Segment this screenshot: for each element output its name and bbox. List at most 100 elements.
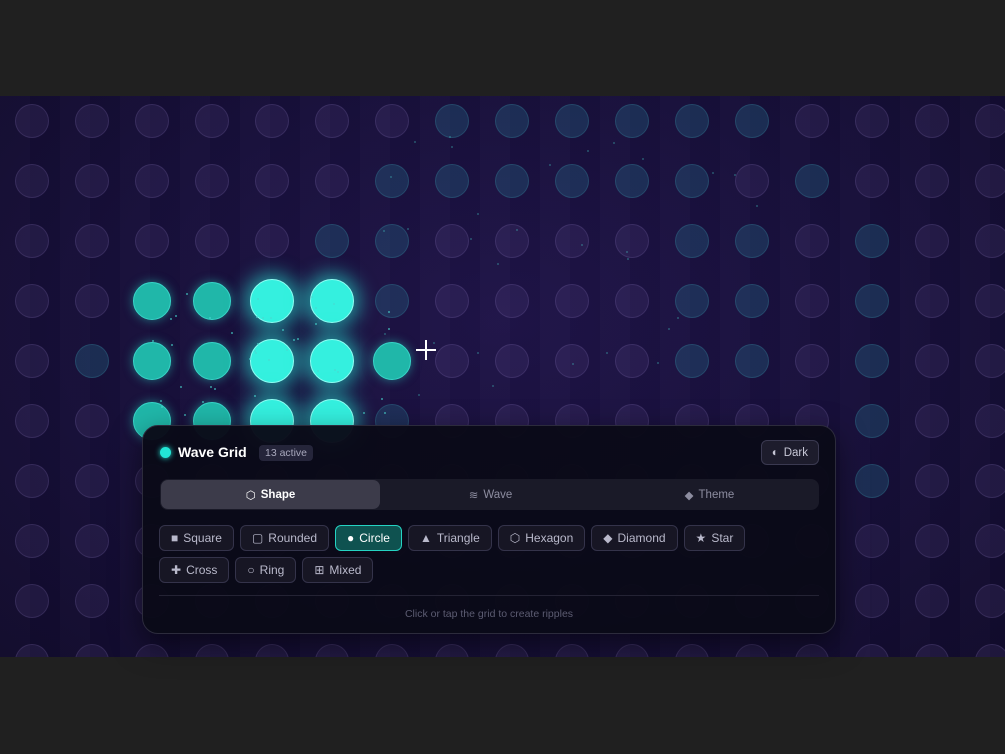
grid-cell[interactable] bbox=[855, 164, 889, 198]
grid-cell[interactable] bbox=[975, 584, 1005, 618]
grid-cell[interactable] bbox=[15, 284, 49, 318]
tab-wave[interactable]: ≋ Wave bbox=[381, 479, 600, 510]
grid-cell[interactable] bbox=[855, 104, 889, 138]
grid-cell[interactable] bbox=[193, 342, 231, 380]
grid-cell[interactable] bbox=[675, 224, 709, 258]
grid-cell[interactable] bbox=[795, 644, 829, 657]
grid-cell[interactable] bbox=[555, 164, 589, 198]
grid-cell[interactable] bbox=[375, 224, 409, 258]
grid-cell[interactable] bbox=[915, 404, 949, 438]
grid-cell[interactable] bbox=[975, 284, 1005, 318]
grid-cell[interactable] bbox=[435, 344, 469, 378]
grid-cell[interactable] bbox=[15, 164, 49, 198]
grid-cell[interactable] bbox=[75, 524, 109, 558]
grid-cell[interactable] bbox=[255, 164, 289, 198]
grid-cell[interactable] bbox=[15, 224, 49, 258]
grid-cell[interactable] bbox=[435, 164, 469, 198]
grid-cell[interactable] bbox=[975, 524, 1005, 558]
grid-cell[interactable] bbox=[855, 464, 889, 498]
grid-cell[interactable] bbox=[75, 284, 109, 318]
grid-cell[interactable] bbox=[675, 644, 709, 657]
shape-option-circle[interactable]: ● Circle bbox=[335, 525, 402, 551]
grid-cell[interactable] bbox=[15, 464, 49, 498]
grid-cell[interactable] bbox=[915, 584, 949, 618]
grid-cell[interactable] bbox=[555, 104, 589, 138]
grid-cell[interactable] bbox=[133, 342, 171, 380]
grid-cell[interactable] bbox=[795, 104, 829, 138]
grid-cell[interactable] bbox=[915, 344, 949, 378]
grid-cell[interactable] bbox=[975, 464, 1005, 498]
grid-cell[interactable] bbox=[495, 344, 529, 378]
grid-cell[interactable] bbox=[915, 524, 949, 558]
grid-cell[interactable] bbox=[735, 224, 769, 258]
grid-cell[interactable] bbox=[315, 164, 349, 198]
grid-cell[interactable] bbox=[795, 224, 829, 258]
grid-cell[interactable] bbox=[855, 224, 889, 258]
grid-cell[interactable] bbox=[375, 164, 409, 198]
grid-cell[interactable] bbox=[795, 164, 829, 198]
grid-cell[interactable] bbox=[75, 104, 109, 138]
grid-cell[interactable] bbox=[195, 224, 229, 258]
grid-cell[interactable] bbox=[555, 344, 589, 378]
grid-cell[interactable] bbox=[75, 584, 109, 618]
grid-cell[interactable] bbox=[435, 284, 469, 318]
grid-cell[interactable] bbox=[15, 404, 49, 438]
grid-cell[interactable] bbox=[735, 284, 769, 318]
shape-option-mixed[interactable]: ⊞ Mixed bbox=[302, 557, 374, 583]
grid-cell[interactable] bbox=[975, 164, 1005, 198]
shape-option-star[interactable]: ★ Star bbox=[683, 525, 746, 551]
grid-cell[interactable] bbox=[193, 282, 231, 320]
grid-cell[interactable] bbox=[135, 644, 169, 657]
grid-cell[interactable] bbox=[195, 164, 229, 198]
grid-cell[interactable] bbox=[735, 344, 769, 378]
grid-cell[interactable] bbox=[315, 224, 349, 258]
grid-cell[interactable] bbox=[735, 104, 769, 138]
grid-cell[interactable] bbox=[315, 104, 349, 138]
grid-cell[interactable] bbox=[75, 644, 109, 657]
grid-cell[interactable] bbox=[133, 282, 171, 320]
grid-cell[interactable] bbox=[310, 279, 354, 323]
grid-cell[interactable] bbox=[915, 644, 949, 657]
theme-toggle-button[interactable]: ◐ Dark bbox=[760, 440, 819, 465]
grid-cell[interactable] bbox=[75, 404, 109, 438]
grid-cell[interactable] bbox=[615, 644, 649, 657]
tab-shape[interactable]: ⬡ Shape bbox=[161, 480, 380, 509]
grid-cell[interactable] bbox=[975, 644, 1005, 657]
shape-option-ring[interactable]: ○ Ring bbox=[235, 557, 297, 583]
grid-cell[interactable] bbox=[735, 644, 769, 657]
grid-cell[interactable] bbox=[495, 284, 529, 318]
shape-option-square[interactable]: ■ Square bbox=[159, 525, 234, 551]
grid-cell[interactable] bbox=[555, 224, 589, 258]
grid-cell[interactable] bbox=[75, 224, 109, 258]
grid-cell[interactable] bbox=[15, 584, 49, 618]
shape-option-cross[interactable]: ✚ Cross bbox=[159, 557, 230, 583]
grid-cell[interactable] bbox=[135, 164, 169, 198]
grid-cell[interactable] bbox=[915, 464, 949, 498]
grid-cell[interactable] bbox=[615, 284, 649, 318]
grid-cell[interactable] bbox=[15, 644, 49, 657]
shape-option-diamond[interactable]: ◆ Diamond bbox=[591, 525, 678, 551]
grid-cell[interactable] bbox=[435, 644, 469, 657]
grid-cell[interactable] bbox=[675, 164, 709, 198]
grid-cell[interactable] bbox=[555, 284, 589, 318]
grid-cell[interactable] bbox=[373, 342, 411, 380]
grid-cell[interactable] bbox=[255, 104, 289, 138]
grid-cell[interactable] bbox=[435, 224, 469, 258]
grid-cell[interactable] bbox=[495, 164, 529, 198]
grid-cell[interactable] bbox=[435, 104, 469, 138]
grid-cell[interactable] bbox=[250, 339, 294, 383]
grid-cell[interactable] bbox=[975, 404, 1005, 438]
grid-cell[interactable] bbox=[975, 104, 1005, 138]
grid-cell[interactable] bbox=[675, 104, 709, 138]
shape-option-triangle[interactable]: ▲ Triangle bbox=[407, 525, 492, 551]
grid-cell[interactable] bbox=[975, 344, 1005, 378]
grid-cell[interactable] bbox=[15, 344, 49, 378]
grid-cell[interactable] bbox=[855, 344, 889, 378]
grid-cell[interactable] bbox=[915, 224, 949, 258]
grid-cell[interactable] bbox=[495, 104, 529, 138]
grid-cell[interactable] bbox=[195, 644, 229, 657]
grid-cell[interactable] bbox=[495, 224, 529, 258]
grid-cell[interactable] bbox=[135, 104, 169, 138]
grid-cell[interactable] bbox=[675, 284, 709, 318]
grid-cell[interactable] bbox=[915, 284, 949, 318]
